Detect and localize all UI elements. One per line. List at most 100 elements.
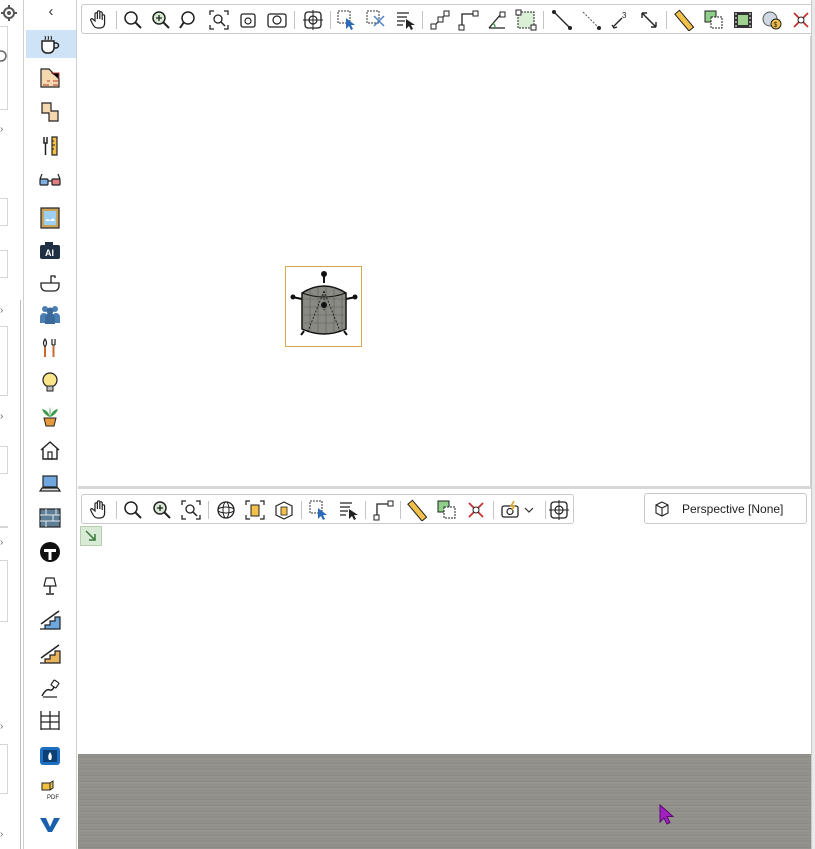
category-computers[interactable]: [36, 470, 64, 498]
category-stairs-wood[interactable]: [36, 640, 64, 668]
category-lamps[interactable]: [36, 572, 64, 600]
category-pdf-import[interactable]: PDF: [36, 776, 64, 804]
expand-arrow-icon[interactable]: ›: [0, 830, 8, 840]
collapse-arrow-icon[interactable]: ›: [0, 125, 8, 135]
dimension-icon: [582, 11, 601, 30]
category-tools[interactable]: [36, 132, 64, 160]
gear-icon[interactable]: [0, 4, 18, 22]
line-icon: [552, 10, 572, 30]
select-properties-button[interactable]: [337, 499, 359, 521]
zoom-window-button[interactable]: [266, 9, 288, 31]
category-fireplace[interactable]: [36, 742, 64, 770]
orbit-button[interactable]: [215, 499, 237, 521]
ruler-button[interactable]: [674, 9, 696, 32]
zoom-fit-button[interactable]: [208, 9, 230, 31]
select-properties-button[interactable]: [394, 9, 416, 31]
zoom-fit-button[interactable]: [180, 499, 202, 521]
snap-angle-icon: [488, 11, 506, 29]
category-walls[interactable]: [36, 64, 64, 92]
pot-icon: [290, 271, 358, 336]
panel-field[interactable]: [0, 250, 8, 278]
view-splitter[interactable]: [78, 486, 811, 489]
ruler-button[interactable]: [407, 499, 429, 522]
select-remove-button[interactable]: [365, 9, 387, 31]
selected-object[interactable]: [285, 266, 362, 347]
measure-arrow-icon: [641, 12, 657, 28]
expand-arrow-icon[interactable]: ›: [0, 412, 8, 422]
snap-corner-button[interactable]: [457, 9, 479, 31]
ruler-icon: [407, 499, 428, 522]
measure-arrow-button[interactable]: [638, 9, 660, 31]
center-button[interactable]: [302, 9, 324, 31]
cube-icon: [655, 501, 669, 517]
select-button[interactable]: [336, 9, 358, 31]
category-pictures[interactable]: [36, 204, 64, 232]
chevron-left-icon[interactable]: ‹: [43, 4, 59, 20]
snap-points-button[interactable]: [429, 9, 451, 31]
laptop-icon: [39, 475, 61, 492]
snap-corner-button[interactable]: [372, 499, 394, 521]
category-kitchen-utensils[interactable]: [36, 334, 64, 362]
collapse-corner-button[interactable]: [80, 526, 102, 546]
category-house[interactable]: [36, 436, 64, 464]
category-lighting[interactable]: [36, 368, 64, 396]
light-bulb-icon: [42, 372, 58, 392]
zoom-in-button[interactable]: [150, 9, 172, 31]
film-button[interactable]: [732, 9, 754, 31]
coin-button[interactable]: $: [761, 9, 783, 31]
expand-arrow-icon[interactable]: ›: [0, 722, 8, 732]
category-stairs-blue[interactable]: [36, 606, 64, 634]
wrench-icon: [43, 136, 58, 156]
arrow-down-right-icon: [85, 530, 96, 541]
camera-dropdown[interactable]: [500, 499, 538, 521]
category-kitchen-appliances[interactable]: [26, 30, 76, 58]
3d-floor[interactable]: [78, 754, 811, 849]
category-people[interactable]: [36, 300, 64, 328]
category-brand[interactable]: [36, 538, 64, 566]
room-icon: [41, 102, 59, 122]
center-button[interactable]: [548, 499, 570, 521]
category-electrical[interactable]: [36, 674, 64, 702]
delete-button[interactable]: [465, 499, 487, 521]
box-button[interactable]: [273, 499, 295, 521]
copy-button[interactable]: [436, 499, 458, 521]
zoom-in-button[interactable]: [151, 499, 173, 521]
center-icon: [303, 10, 323, 30]
pan-button[interactable]: [88, 499, 110, 521]
category-shelving[interactable]: [36, 706, 64, 734]
category-materials[interactable]: [36, 504, 64, 532]
perspective-button[interactable]: Perspective [None]: [644, 493, 807, 524]
copy-button[interactable]: [703, 9, 725, 31]
power-button[interactable]: 3: [609, 9, 631, 31]
snap-angle-button[interactable]: [486, 9, 508, 31]
divider: [0, 526, 8, 528]
line-button[interactable]: [551, 9, 573, 31]
film-icon: [734, 12, 752, 28]
right-scrollbar[interactable]: [811, 0, 815, 849]
category-rooms[interactable]: [36, 98, 64, 126]
snap-grid-button[interactable]: [515, 9, 537, 31]
category-vectorworks[interactable]: [36, 810, 64, 838]
category-bathroom[interactable]: [36, 268, 64, 296]
zoom-button[interactable]: [122, 9, 144, 31]
pan-button[interactable]: [88, 9, 110, 31]
walls-button[interactable]: [244, 499, 266, 521]
expand-arrow-icon[interactable]: ›: [0, 306, 8, 316]
category-3d-view[interactable]: [36, 166, 64, 194]
panel-field[interactable]: [0, 198, 8, 226]
panel-field[interactable]: [0, 446, 8, 474]
zoom-page-button[interactable]: [237, 9, 259, 31]
delete-button[interactable]: [790, 9, 812, 31]
dimension-button[interactable]: [580, 9, 602, 31]
zoom-in-icon: [152, 11, 170, 29]
snap-points-icon: [430, 10, 450, 30]
category-ai-camera[interactable]: AI: [36, 236, 64, 264]
zoom-out-button[interactable]: [178, 9, 200, 31]
plan-view[interactable]: [78, 36, 811, 486]
expand-arrow-icon[interactable]: ›: [0, 538, 8, 548]
panel-scrollbar[interactable]: [20, 300, 21, 849]
select-button[interactable]: [308, 499, 330, 521]
zoom-button[interactable]: [122, 499, 144, 521]
category-plants[interactable]: [36, 402, 64, 430]
stairs-icon: [40, 610, 61, 630]
